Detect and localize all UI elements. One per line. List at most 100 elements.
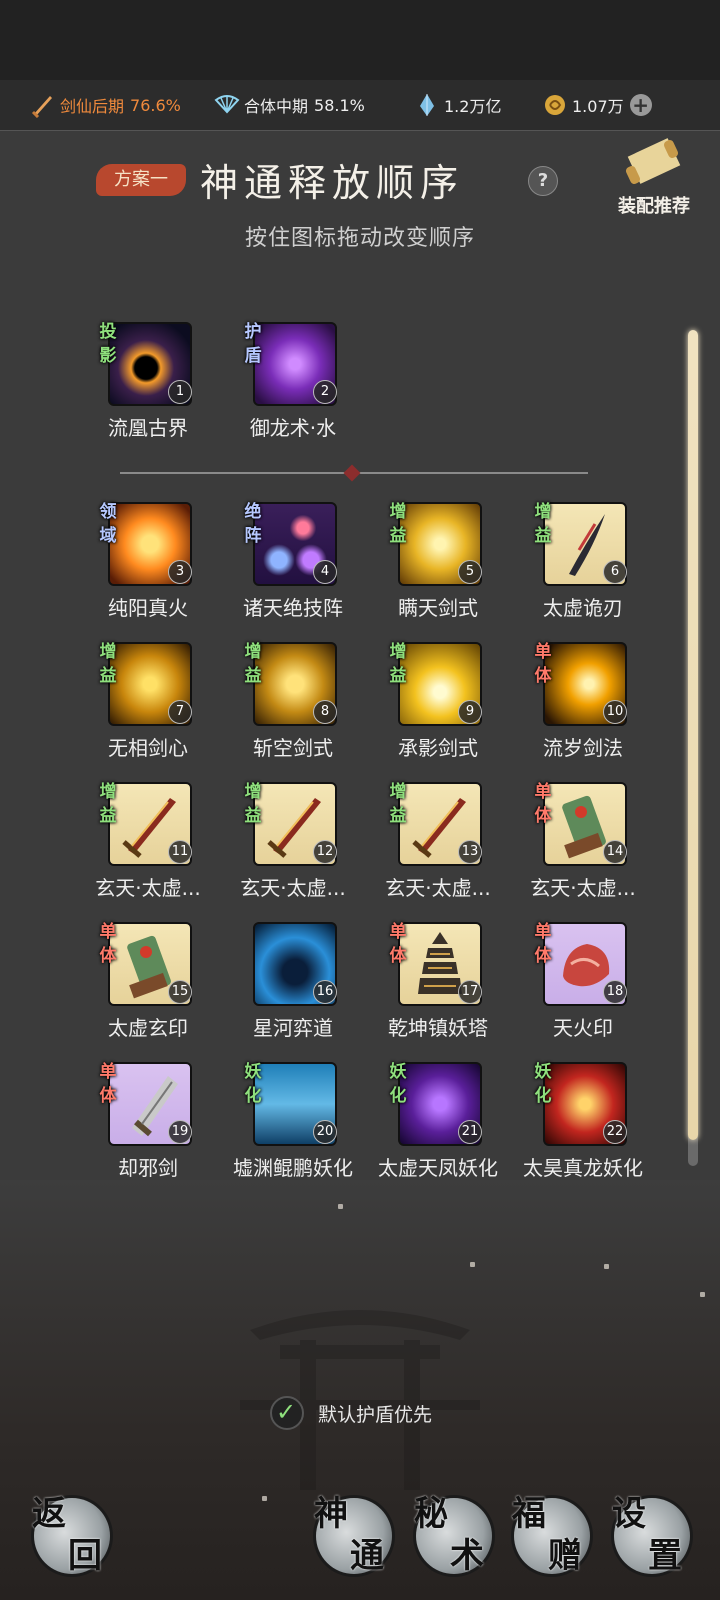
skill-type-tag: 单体 [534, 922, 552, 966]
skill-name: 承影剑式 [398, 736, 478, 760]
crystal-icon [420, 94, 434, 116]
settings-button[interactable]: 设 置 [608, 1490, 698, 1580]
ordered-skill-6[interactable]: 增益 6 太虚诡刃 [535, 502, 688, 632]
page-subtitle: 按住图标拖动改变顺序 [244, 226, 475, 251]
resource-bar: 剑仙后期 76.6% 合体中期 58.1% 1.2万亿 1.07万 + [0, 80, 720, 131]
order-number-badge: 11 [168, 840, 192, 864]
order-number-badge: 10 [603, 700, 627, 724]
ordered-skill-22[interactable]: 妖化 22 太昊真龙妖化 [523, 1062, 688, 1192]
gold-resource[interactable]: 1.07万 + [542, 92, 652, 118]
check-icon: ✓ [276, 1398, 297, 1426]
order-number-badge: 4 [313, 560, 337, 584]
order-number-badge: 7 [168, 700, 192, 724]
skill-name: 御龙术·水 [249, 416, 337, 440]
order-number-badge: 17 [458, 980, 482, 1004]
order-number-badge: 15 [168, 980, 192, 1004]
skill-name: 太昊真龙妖化 [523, 1156, 643, 1180]
snow-speck [338, 1204, 343, 1209]
spirit-stone-value: 1.2万亿 [444, 97, 502, 116]
skill-type-tag: 增益 [389, 782, 407, 826]
skill-name: 太虚天凤妖化 [378, 1156, 498, 1180]
fuzeng-char-2: 赠 [548, 1536, 582, 1576]
skill-name: 流凰古界 [108, 416, 188, 440]
snow-speck [470, 1262, 475, 1267]
gold-value: 1.07万 [572, 97, 624, 116]
order-number-badge: 16 [313, 980, 337, 1004]
skill-type-tag: 增益 [244, 782, 262, 826]
skill-name: 流岁剑法 [543, 736, 623, 760]
top-decor-band [0, 0, 720, 80]
spirit-stone-resource[interactable]: 1.2万亿 [414, 92, 501, 118]
fan-icon [214, 95, 240, 114]
skill-name: 诸天绝技阵 [243, 596, 343, 620]
skill-type-tag: 领域 [99, 502, 117, 546]
order-number-badge: 22 [603, 1120, 627, 1144]
order-number-badge: 18 [603, 980, 627, 1004]
order-number-badge: 3 [168, 560, 192, 584]
divider-marker [343, 464, 361, 482]
fuzeng-tab[interactable]: 福 赠 [508, 1490, 598, 1580]
skill-name: 太虚诡刃 [543, 596, 623, 620]
mishu-tab[interactable]: 秘 术 [410, 1490, 500, 1580]
skill-name: 玄天·太虚... [530, 876, 636, 900]
gold-coin-icon [545, 95, 565, 115]
scroll-icon [625, 138, 681, 184]
body-realm-value: 58.1% [314, 95, 365, 115]
skill-type-tag: 投影 [99, 322, 117, 366]
skill-name: 瞒天剑式 [398, 596, 478, 620]
sword-icon [31, 96, 52, 118]
scrollbar[interactable] [688, 330, 698, 1166]
default-shield-label: 默认护盾优先 [318, 1404, 433, 1426]
skill-type-tag: 增益 [389, 642, 407, 686]
skill-name: 却邪剑 [118, 1156, 178, 1180]
settings-char-2: 置 [648, 1536, 682, 1576]
priority-skill-2[interactable]: 护盾 2 御龙术·水 [245, 322, 398, 452]
skill-type-tag: 单体 [534, 782, 552, 826]
ordered-skill-18[interactable]: 单体 18 天火印 [535, 922, 688, 1052]
skill-type-tag: 增益 [389, 502, 407, 546]
order-number-badge: 2 [313, 380, 337, 404]
order-number-badge: 20 [313, 1120, 337, 1144]
skill-type-tag: 妖化 [534, 1062, 552, 1106]
skill-name: 乾坤镇妖塔 [388, 1016, 488, 1040]
recommend-label: 装配推荐 [618, 196, 690, 217]
skill-type-tag: 妖化 [389, 1062, 407, 1106]
skill-name: 斩空剑式 [253, 736, 333, 760]
sword-realm-resource[interactable]: 剑仙后期 76.6% [30, 92, 181, 118]
skill-name: 玄天·太虚... [385, 876, 491, 900]
order-number-badge: 14 [603, 840, 627, 864]
skill-type-tag: 护盾 [244, 322, 262, 366]
ordered-skill-14[interactable]: 单体 14 玄天·太虚... [530, 782, 688, 912]
fuzeng-char-1: 福 [512, 1494, 546, 1534]
scrollbar-thumb[interactable] [688, 330, 698, 1140]
back-button[interactable]: 返 回 [28, 1490, 118, 1580]
skill-type-tag: 增益 [534, 502, 552, 546]
order-number-badge: 19 [168, 1120, 192, 1144]
page-title: 神通释放顺序 [200, 161, 465, 205]
mishu-char-1: 秘 [414, 1494, 448, 1534]
skill-name: 太虚玄印 [108, 1016, 188, 1040]
skill-type-tag: 增益 [99, 782, 117, 826]
gate-silhouette [240, 1310, 480, 1490]
priority-divider [120, 464, 588, 482]
default-shield-checkbox[interactable]: ✓ [270, 1396, 304, 1430]
skill-name: 无相剑心 [108, 736, 188, 760]
skill-type-tag: 增益 [99, 642, 117, 686]
recommend-button[interactable]: 装配推荐 [604, 132, 704, 222]
help-button[interactable]: ? [528, 166, 558, 196]
skill-type-tag: 增益 [244, 642, 262, 686]
skill-name: 纯阳真火 [108, 596, 188, 620]
snow-speck [700, 1292, 705, 1297]
skill-type-tag: 绝阵 [244, 502, 262, 546]
body-realm-resource[interactable]: 合体中期 58.1% [214, 92, 365, 118]
skill-type-tag: 单体 [389, 922, 407, 966]
order-number-badge: 12 [313, 840, 337, 864]
sword-realm-value: 76.6% [130, 95, 181, 115]
add-gold-button[interactable]: + [629, 94, 652, 116]
skill-name: 墟渊鲲鹏妖化 [233, 1156, 353, 1180]
ordered-skill-10[interactable]: 单体 10 流岁剑法 [535, 642, 688, 772]
body-realm-label: 合体中期 [244, 97, 309, 116]
settings-char-1: 设 [612, 1494, 646, 1534]
plan-tag[interactable]: 方案一 [96, 164, 186, 196]
shentong-tab[interactable]: 神 通 [310, 1490, 400, 1580]
